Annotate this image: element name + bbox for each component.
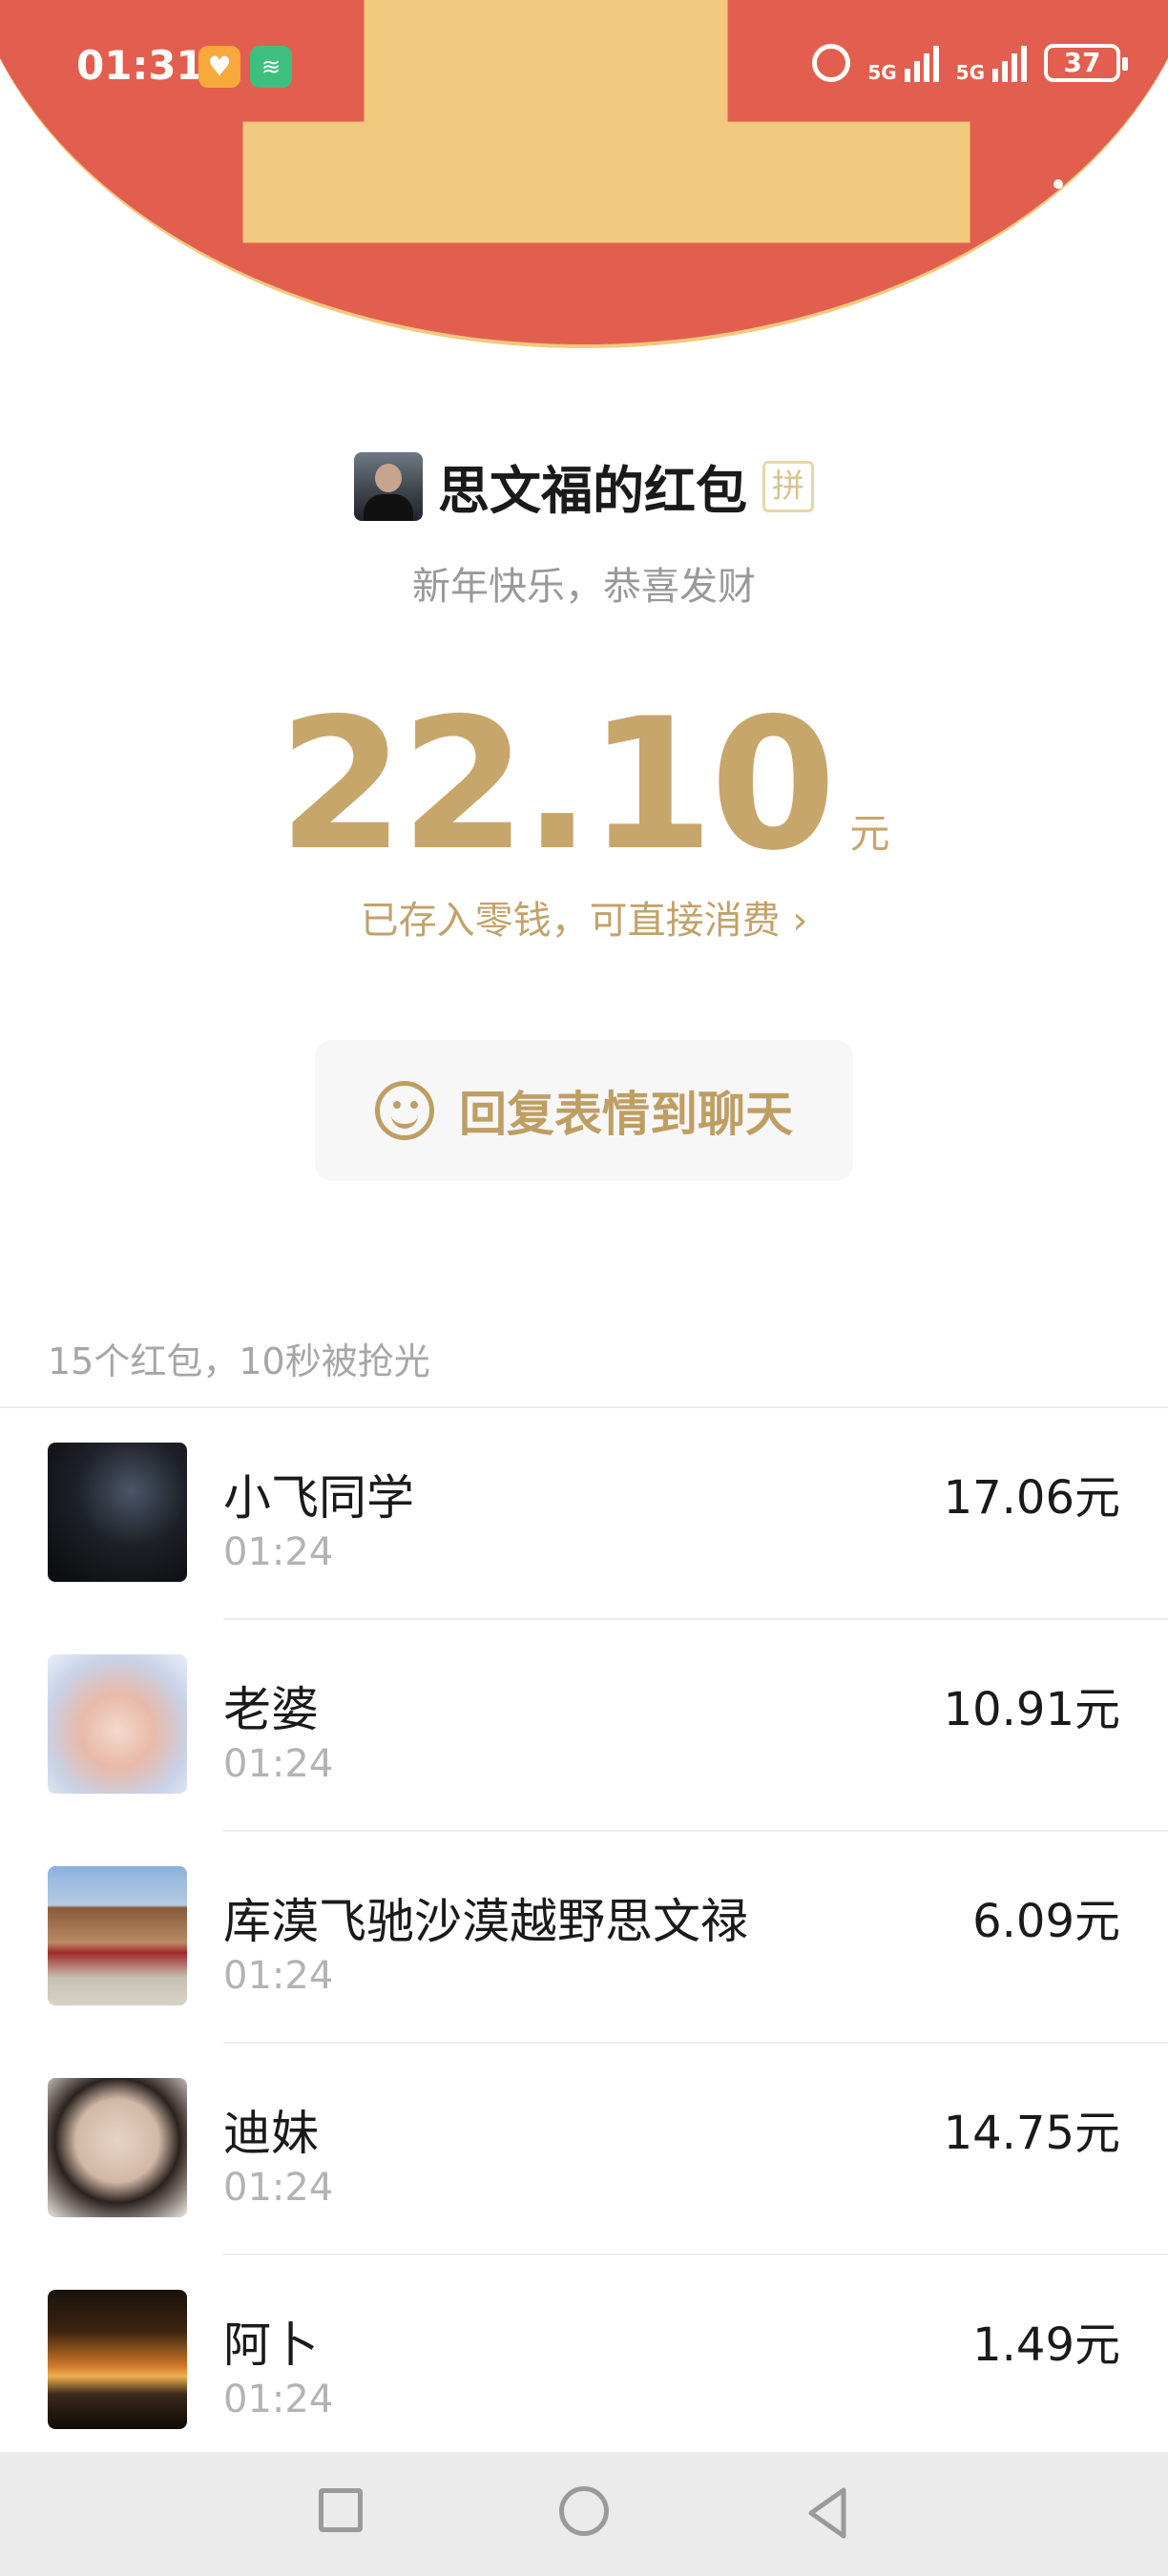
stored-note-link[interactable]: 已存入零钱，可直接消费 ›: [0, 889, 1168, 945]
claimer-name: 阿卜: [223, 2317, 319, 2373]
signal-label: 5G: [955, 61, 985, 84]
amount-value: 22.10: [278, 679, 836, 890]
status-indicators: 5G 5G 37: [812, 44, 1128, 84]
amount-unit: 元: [849, 810, 890, 857]
system-nav-bar: [0, 2452, 1168, 2576]
chevron-left-icon: [39, 156, 66, 207]
chevron-right-icon: ›: [780, 899, 808, 943]
home-button[interactable]: [559, 2486, 609, 2536]
list-item[interactable]: 老婆 01:24 10.91元: [0, 1620, 1168, 1832]
more-button[interactable]: [1053, 170, 1120, 198]
status-time: 01:31: [76, 42, 204, 89]
claim-time: 01:24: [223, 2378, 334, 2421]
claim-list: 小飞同学 01:24 17.06元 老婆 01:24 10.91元 库漠飞驰沙漠…: [0, 1408, 1168, 2467]
list-item[interactable]: 小飞同学 01:24 17.06元: [0, 1408, 1168, 1620]
wifi-app-icon: ≋: [250, 46, 292, 88]
sender-header: 思文福的红包 拼: [0, 448, 1168, 524]
list-item[interactable]: 迪妹 01:24 14.75元: [0, 2044, 1168, 2255]
claim-time: 01:24: [223, 1954, 334, 1998]
alarm-icon: [812, 44, 851, 82]
signal-label: 5G: [867, 61, 897, 84]
claim-time: 01:24: [223, 1530, 334, 1574]
list-item[interactable]: 库漠飞驰沙漠越野思文禄 01:24 6.09元: [0, 1832, 1168, 2044]
claimer-name: 老婆: [223, 1682, 319, 1737]
stored-note: 已存入零钱，可直接消费: [360, 899, 781, 943]
received-amount: 22.10 元: [0, 679, 1168, 890]
sender-name: 思文福的红包: [438, 461, 747, 521]
claimer-name: 迪妹: [223, 2106, 319, 2161]
claim-time: 01:24: [223, 1742, 334, 1786]
avatar[interactable]: [48, 2078, 187, 2217]
signal-icon: 5G: [956, 44, 1027, 82]
reply-label: 回复表情到聊天: [459, 1087, 793, 1142]
avatar[interactable]: [48, 2290, 187, 2429]
back-button[interactable]: [34, 153, 92, 219]
signal-icon: 5G: [867, 44, 939, 84]
nav-back-icon[interactable]: [803, 2484, 851, 2542]
avatar[interactable]: [48, 1654, 187, 1794]
list-item[interactable]: 阿卜 01:24 1.49元: [0, 2255, 1168, 2467]
reply-sticker-button[interactable]: 回复表情到聊天: [315, 1040, 853, 1181]
smiley-icon: [375, 1081, 434, 1140]
more-dots-icon: [1053, 179, 1063, 189]
claim-amount: 1.49元: [972, 2318, 1120, 2372]
packet-summary: 15个红包，10秒被抢光: [48, 1340, 430, 1382]
claim-amount: 14.75元: [943, 2107, 1120, 2160]
recent-apps-button[interactable]: [319, 2488, 363, 2532]
battery-icon: 37: [1044, 44, 1128, 82]
status-bar: 01:31 ♥ ≋ 5G 5G 37: [0, 0, 1168, 134]
heart-app-icon: ♥: [198, 46, 240, 88]
pin-badge-icon[interactable]: 拼: [762, 460, 814, 512]
claim-amount: 10.91元: [943, 1683, 1120, 1736]
claim-amount: 17.06元: [943, 1471, 1120, 1525]
greeting-text: 新年快乐，恭喜发财: [412, 565, 756, 609]
claim-time: 01:24: [223, 2166, 334, 2210]
claimer-name: 库漠飞驰沙漠越野思文禄: [223, 1894, 748, 1949]
sender-avatar[interactable]: [354, 451, 423, 521]
avatar[interactable]: [48, 1443, 187, 1582]
claim-amount: 6.09元: [972, 1895, 1120, 1948]
claimer-name: 小飞同学: [223, 1470, 414, 1526]
avatar[interactable]: [48, 1866, 187, 2005]
